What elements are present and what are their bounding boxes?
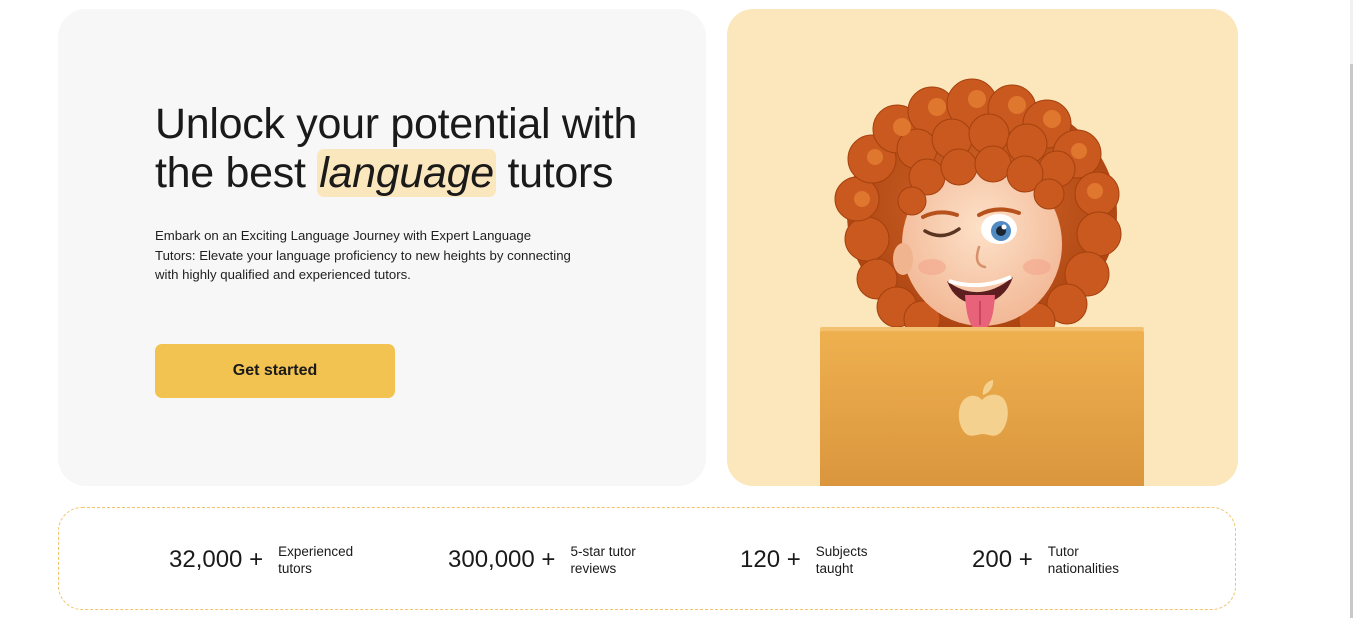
hero-card: Unlock your potential with the best lang…: [58, 9, 706, 486]
hero-title-part2: tutors: [495, 149, 614, 197]
hero-image-card: [727, 9, 1238, 486]
stat-subjects-taught: 120 + Subjects taught: [740, 508, 906, 611]
stat-label: Experienced tutors: [278, 543, 354, 576]
stat-label: Subjects taught: [815, 543, 868, 576]
stat-experienced-tutors: 32,000 + Experienced tutors: [169, 508, 368, 611]
memoji-avatar: [834, 78, 1122, 340]
stats-bar: 32,000 + Experienced tutors 300,000 + 5-…: [58, 507, 1236, 610]
hero-title-highlight: language: [317, 149, 496, 197]
stat-value: 120 +: [740, 545, 801, 573]
stat-value: 300,000 +: [448, 545, 556, 573]
stat-value: 200 +: [972, 545, 1033, 573]
stat-tutor-nationalities: 200 + Tutor nationalities: [972, 508, 1138, 611]
hero-title: Unlock your potential with the best lang…: [155, 100, 675, 198]
stat-label: Tutor nationalities: [1047, 543, 1120, 576]
hero-description: Embark on an Exciting Language Journey w…: [155, 228, 571, 282]
stat-value: 32,000 +: [169, 545, 264, 573]
get-started-button[interactable]: Get started: [155, 344, 395, 398]
stat-five-star-reviews: 300,000 + 5-star tutor reviews: [448, 508, 660, 611]
memoji-illustration: [820, 78, 1144, 486]
stat-label: 5-star tutor reviews: [570, 543, 636, 576]
page: Unlock your potential with the best lang…: [0, 0, 1353, 618]
